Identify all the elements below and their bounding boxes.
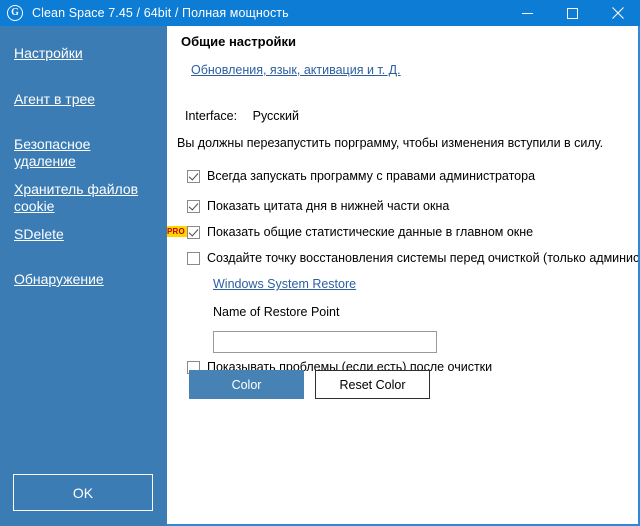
sidebar-item-sdelete[interactable]: SDelete	[14, 226, 154, 243]
sidebar-item-tray-agent[interactable]: Агент в трее	[14, 91, 154, 108]
maximize-icon	[567, 8, 578, 19]
sidebar-item-detection[interactable]: Обнаружение	[14, 271, 154, 288]
maximize-button[interactable]	[550, 0, 595, 26]
checkbox-row-create-restore-point[interactable]: Создайте точку восстановления системы пе…	[187, 251, 640, 265]
title-bar: G Clean Space 7.45 / 64bit / Полная мощн…	[0, 0, 640, 26]
windows-system-restore-link[interactable]: Windows System Restore	[213, 277, 356, 291]
main-panel: Общие настройки Обновления, язык, актива…	[167, 26, 640, 526]
application-window: G Clean Space 7.45 / 64bit / Полная мощн…	[0, 0, 640, 526]
checkbox-label-quote-of-the-day: Показать цитата дня в нижней части окна	[207, 199, 449, 213]
sidebar-item-settings[interactable]: Настройки	[14, 45, 154, 62]
checkbox-row-quote-of-the-day[interactable]: Показать цитата дня в нижней части окна	[187, 199, 449, 213]
sidebar-item-cookie-keeper[interactable]: Хранитель файлов cookie	[14, 181, 154, 215]
window-controls	[505, 0, 640, 26]
checkbox-label-show-statistics: Показать общие статистические данные в г…	[207, 225, 533, 239]
restart-note: Вы должны перезапустить порграмму, чтобы…	[177, 136, 603, 150]
restore-point-name-input[interactable]	[213, 331, 437, 353]
checkbox-create-restore-point[interactable]	[187, 252, 200, 265]
updates-language-activation-link[interactable]: Обновления, язык, активация и т. Д.	[191, 63, 401, 77]
sidebar: Настройки Агент в трее Безопасное удален…	[0, 26, 167, 526]
checkbox-show-statistics[interactable]	[187, 226, 200, 239]
app-logo-icon: G	[7, 5, 23, 21]
color-button[interactable]: Color	[189, 370, 304, 399]
interface-label: Interface:	[185, 109, 237, 123]
checkbox-row-show-statistics[interactable]: PRO Показать общие статистические данные…	[187, 225, 533, 239]
pro-badge: PRO	[167, 226, 187, 237]
checkbox-label-run-as-admin: Всегда запускать программу с правами адм…	[207, 169, 535, 183]
sidebar-item-secure-delete[interactable]: Безопасное удаление	[14, 136, 154, 170]
window-title: Clean Space 7.45 / 64bit / Полная мощнос…	[32, 6, 289, 20]
interface-value[interactable]: Русский	[253, 109, 299, 123]
close-icon	[612, 7, 624, 19]
checkbox-run-as-admin[interactable]	[187, 170, 200, 183]
minimize-icon	[522, 8, 533, 19]
ok-button[interactable]: OK	[13, 474, 153, 511]
page-title: Общие настройки	[181, 34, 296, 49]
reset-color-button[interactable]: Reset Color	[315, 370, 430, 399]
checkbox-label-create-restore-point: Создайте точку восстановления системы пе…	[207, 251, 640, 265]
close-button[interactable]	[595, 0, 640, 26]
interface-row: Interface: Русский	[185, 109, 299, 123]
checkbox-row-run-as-admin[interactable]: Всегда запускать программу с правами адм…	[187, 169, 535, 183]
restore-point-name-label: Name of Restore Point	[213, 305, 339, 319]
minimize-button[interactable]	[505, 0, 550, 26]
checkbox-quote-of-the-day[interactable]	[187, 200, 200, 213]
